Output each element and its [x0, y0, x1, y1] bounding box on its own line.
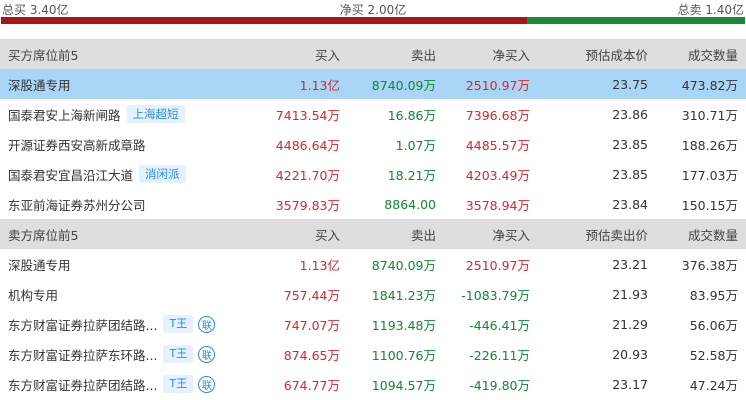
volume: 47.24万	[689, 377, 738, 393]
trader-tag[interactable]: 上海超短	[126, 105, 185, 123]
sell-amount: 1094.57万	[371, 377, 436, 393]
sell-section-header: 卖方席位前5 买入 卖出 净买入 预估卖出价 成交数量	[0, 219, 746, 249]
buy-bar-segment	[1, 17, 527, 24]
sell-amount: 1100.76万	[371, 347, 436, 363]
buy-row[interactable]: 国泰君安上海新闸路 上海超短 7413.54万 16.86万 7396.68万 2…	[0, 99, 746, 129]
net-amount: -446.41万	[469, 317, 530, 333]
volume: 83.95万	[689, 287, 738, 303]
seat-name[interactable]: 深股通专用	[8, 75, 71, 94]
sell-amount: 16.86万	[387, 107, 436, 123]
volume: 310.71万	[681, 107, 738, 123]
est-price: 23.17	[612, 376, 648, 392]
seat-name[interactable]: 东亚前海证券苏州分公司	[8, 195, 146, 214]
sell-amount: 8740.09万	[371, 77, 436, 93]
est-price: 23.75	[612, 76, 648, 92]
est-price: 23.85	[612, 166, 648, 182]
est-price: 21.93	[612, 286, 648, 302]
buy-section-header: 买方席位前5 买入 卖出 净买入 预估成本价 成交数量	[0, 39, 746, 69]
buy-amount: 674.77万	[283, 377, 340, 393]
trader-tag[interactable]: 消闲派	[139, 165, 186, 183]
net-buy-label: 净买 2.00亿	[339, 3, 407, 17]
sell-row[interactable]: 东方财富证券拉萨团结路... T王联 747.07万 1193.48万 -446.…	[0, 309, 746, 339]
header-sell: 卖出	[410, 227, 436, 243]
net-amount: 7396.68万	[465, 107, 530, 123]
header-buy-seats: 买方席位前5	[8, 47, 79, 63]
seat-name[interactable]: 国泰君安上海新闸路	[8, 105, 121, 124]
sell-bar-segment	[527, 17, 745, 24]
header-volume: 成交数量	[687, 227, 738, 243]
net-amount: 2510.97万	[465, 257, 530, 273]
buy-amount: 4221.70万	[275, 167, 340, 183]
volume: 473.82万	[681, 77, 738, 93]
seat-name[interactable]: 东方财富证券拉萨团结路...	[8, 375, 157, 394]
buy-amount: 1.13亿	[299, 257, 340, 273]
header-sell: 卖出	[410, 47, 436, 63]
t-king-tag[interactable]: T王	[163, 375, 194, 393]
est-price: 23.85	[612, 136, 648, 152]
seat-name[interactable]: 开源证券西安高新成章路	[8, 135, 146, 154]
est-price: 23.84	[612, 196, 648, 212]
sell-amount: 8740.09万	[371, 257, 436, 273]
est-price: 21.29	[612, 316, 648, 332]
volume: 52.58万	[689, 347, 738, 363]
sell-row[interactable]: 深股通专用 1.13亿 8740.09万 2510.97万 23.21 376.…	[0, 249, 746, 279]
header-est-sell-price: 预估卖出价	[585, 227, 648, 243]
summary-bar: 总买 3.40亿 净买 2.00亿 总卖 1.40亿	[0, 0, 746, 17]
header-net: 净买入	[492, 227, 530, 243]
buy-sell-ratio-bar	[1, 17, 745, 24]
est-price: 23.86	[612, 106, 648, 122]
buy-amount: 747.07万	[283, 317, 340, 333]
seat-name[interactable]: 国泰君安宜昌沿江大道	[8, 165, 133, 184]
header-volume: 成交数量	[687, 47, 738, 63]
sell-amount: 1193.48万	[371, 317, 436, 333]
sell-row[interactable]: 东方财富证券拉萨东环路... T王联 874.65万 1100.76万 -226.…	[0, 339, 746, 369]
buy-amount: 1.13亿	[299, 77, 340, 93]
t-king-tag[interactable]: T王	[163, 345, 194, 363]
sell-row[interactable]: 东方财富证券拉萨团结路... T王联 674.77万 1094.57万 -419.…	[0, 369, 746, 399]
link-icon[interactable]: 联	[198, 345, 216, 363]
volume: 150.15万	[681, 197, 738, 213]
header-buy: 买入	[314, 47, 340, 63]
seat-name[interactable]: 机构专用	[8, 285, 58, 304]
buy-row[interactable]: 国泰君安宜昌沿江大道 消闲派 4221.70万 18.21万 4203.49万 2…	[0, 159, 746, 189]
net-amount: -1083.79万	[461, 287, 530, 303]
net-amount: 4485.57万	[465, 137, 530, 153]
sell-amount: 1841.23万	[371, 287, 436, 303]
sell-amount: 8864.00	[384, 196, 436, 212]
sell-amount: 1.07万	[395, 137, 436, 153]
buy-amount: 757.44万	[283, 287, 340, 303]
volume: 177.03万	[681, 167, 738, 183]
net-amount: 2510.97万	[465, 77, 530, 93]
header-buy: 买入	[314, 227, 340, 243]
buy-row[interactable]: 开源证券西安高新成章路 4486.64万 1.07万 4485.57万 23.8…	[0, 129, 746, 159]
net-amount: -226.11万	[469, 347, 530, 363]
link-icon[interactable]: 联	[198, 375, 216, 393]
net-amount: -419.80万	[469, 377, 530, 393]
est-price: 23.21	[612, 256, 648, 272]
buy-amount: 4486.64万	[275, 137, 340, 153]
buy-amount: 7413.54万	[275, 107, 340, 123]
header-est-cost: 预估成本价	[585, 47, 648, 63]
seat-name[interactable]: 东方财富证券拉萨团结路...	[8, 315, 157, 334]
sell-row[interactable]: 机构专用 757.44万 1841.23万 -1083.79万 21.93 83…	[0, 279, 746, 309]
seat-name[interactable]: 深股通专用	[8, 255, 71, 274]
buy-amount: 3579.83万	[275, 197, 340, 213]
net-amount: 3578.94万	[465, 197, 530, 213]
buy-row[interactable]: 深股通专用 1.13亿 8740.09万 2510.97万 23.75 473.…	[0, 69, 746, 99]
buy-row[interactable]: 东亚前海证券苏州分公司 3579.83万 8864.00 3578.94万 23…	[0, 189, 746, 219]
est-price: 20.93	[612, 346, 648, 362]
seat-name[interactable]: 东方财富证券拉萨东环路...	[8, 345, 157, 364]
total-sell-label: 总卖 1.40亿	[677, 3, 744, 17]
sell-amount: 18.21万	[387, 167, 436, 183]
volume: 188.26万	[681, 137, 738, 153]
volume: 56.06万	[689, 317, 738, 333]
t-king-tag[interactable]: T王	[163, 315, 194, 333]
buy-amount: 874.65万	[283, 347, 340, 363]
volume: 376.38万	[681, 257, 738, 273]
header-net: 净买入	[492, 47, 530, 63]
link-icon[interactable]: 联	[198, 315, 216, 333]
net-amount: 4203.49万	[465, 167, 530, 183]
header-sell-seats: 卖方席位前5	[8, 227, 79, 243]
